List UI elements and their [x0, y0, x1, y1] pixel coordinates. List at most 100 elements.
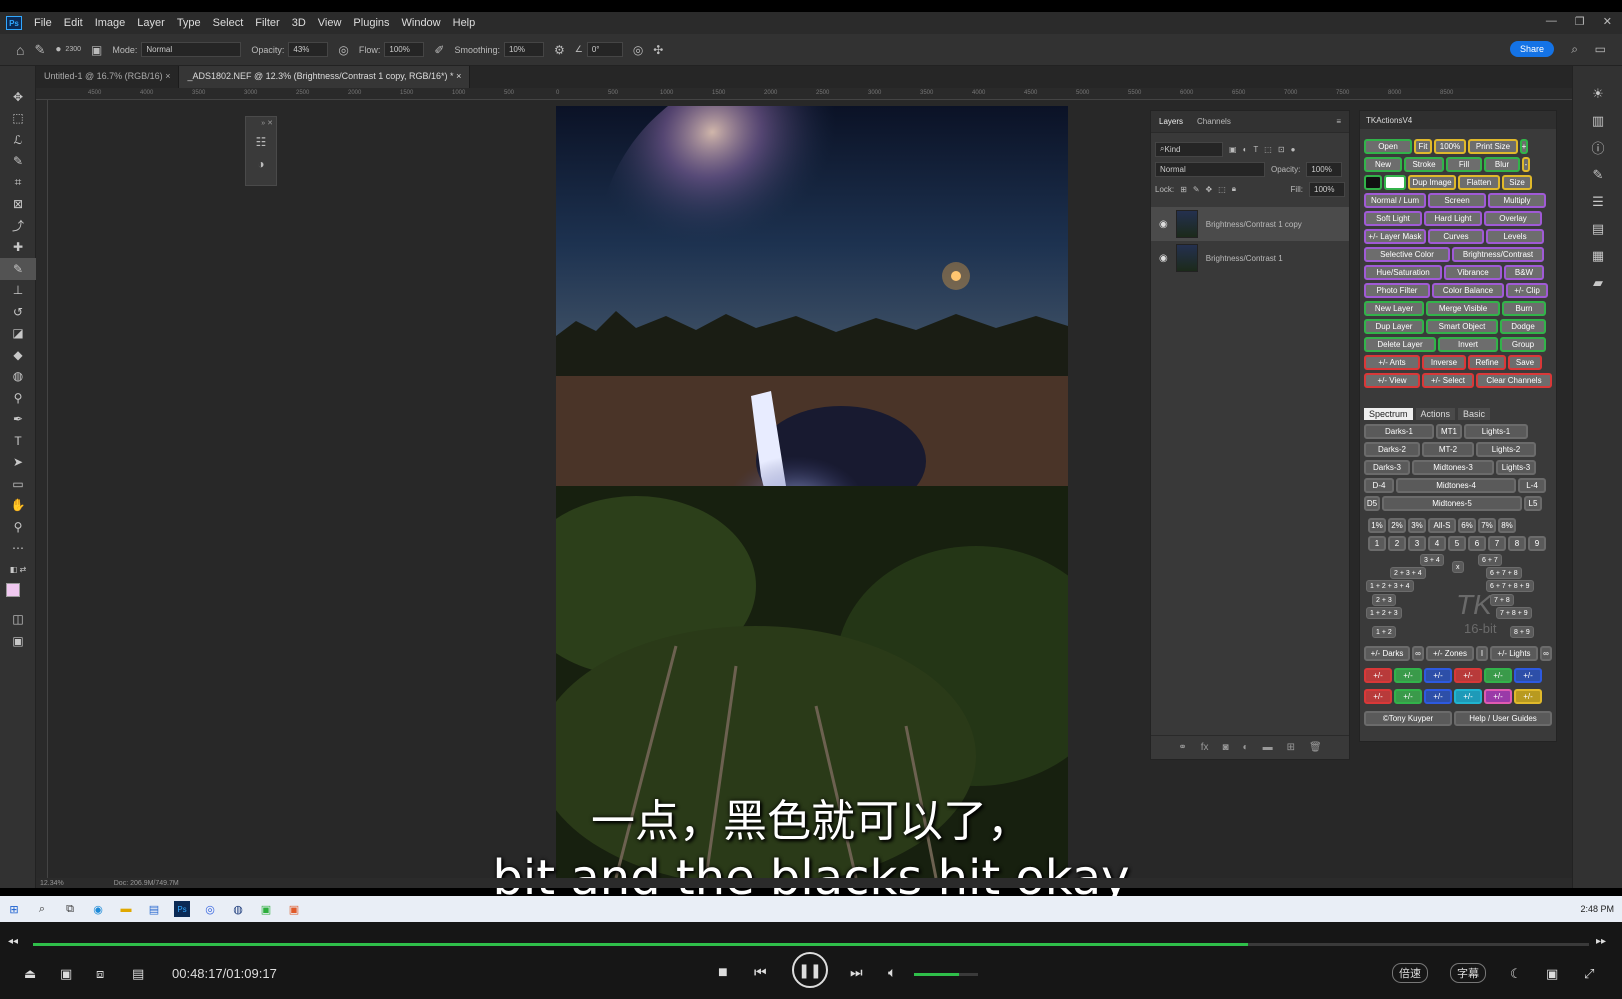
pause-button[interactable]: ❚❚ [792, 952, 828, 988]
layer-item[interactable]: ◉ Brightness/Contrast 1 [1151, 241, 1349, 275]
new-layer-icon[interactable]: ⊞ [1287, 742, 1295, 753]
speed-button[interactable]: 倍速 [1392, 963, 1428, 983]
tk-button[interactable]: Burn [1502, 301, 1546, 316]
toolbox-icon[interactable]: ▣ [1546, 966, 1558, 982]
airbrush-icon[interactable]: ✐ [434, 43, 444, 57]
tk-combo-button[interactable]: 7 + 8 + 9 [1496, 607, 1532, 619]
tk-number-button[interactable]: 8 [1508, 536, 1526, 551]
filter-kind-select[interactable]: ⌕ Kind [1155, 141, 1223, 157]
tab-actions[interactable]: Actions [1415, 408, 1456, 420]
tk-button[interactable]: Size [1502, 175, 1532, 190]
tk-percent-button[interactable]: All-S [1428, 518, 1456, 533]
menu-image[interactable]: Image [89, 17, 132, 29]
panel-menu-icon[interactable]: ≡ [1336, 117, 1341, 126]
tk-button[interactable]: Levels [1486, 229, 1544, 244]
tk-button[interactable]: Clear Channels [1476, 373, 1552, 388]
zoom-level[interactable]: 12.34% [40, 880, 64, 887]
tk-zone-button[interactable]: D5 [1364, 496, 1380, 511]
volume-slider[interactable] [914, 973, 978, 976]
pressure-size-icon[interactable]: ◎ [633, 43, 643, 57]
frame-tool-icon[interactable]: ⊠ [0, 194, 36, 216]
doc-size[interactable]: Doc: 206.9M/749.7M [114, 880, 179, 887]
quick-select-tool-icon[interactable]: ✎ [0, 151, 36, 173]
mini-panel-close-icon[interactable]: » ✕ [246, 117, 276, 129]
tk-plus-minus-button[interactable]: +/- [1484, 668, 1512, 683]
link-icon[interactable]: ⚭ [1178, 742, 1186, 753]
tk-zone-button[interactable]: D-4 [1364, 478, 1394, 493]
tk-mask-button[interactable]: I [1476, 646, 1488, 661]
pen-tool-icon[interactable]: ✒ [0, 409, 36, 431]
lock-paint-icon[interactable]: ✎ [1193, 185, 1200, 194]
stamp-tool-icon[interactable]: ⊥ [0, 280, 36, 302]
orange-app-icon[interactable]: ▣ [286, 901, 302, 917]
tk-button[interactable] [1364, 175, 1382, 190]
tk-plus-minus-button[interactable]: +/- [1364, 689, 1392, 704]
tk-plus-minus-button[interactable]: +/- [1364, 668, 1392, 683]
brush-icon[interactable]: ✎ [34, 42, 45, 58]
tk-button[interactable]: Inverse [1422, 355, 1466, 370]
tk-plus-minus-button[interactable]: +/- [1484, 689, 1512, 704]
fx-icon[interactable]: fx [1201, 742, 1209, 753]
eject-icon[interactable]: ⏏ [24, 966, 36, 982]
tk-button[interactable]: - [1522, 157, 1530, 172]
filter-toggle-icon[interactable]: ● [1291, 145, 1296, 154]
adjust-sliders-icon[interactable]: ☷ [246, 135, 276, 149]
brush-settings-icon[interactable]: ▣ [91, 43, 102, 57]
tk-combo-button[interactable]: 3 + 4 [1420, 554, 1444, 566]
foreground-color-swatch[interactable] [6, 582, 20, 597]
photoshop-taskbar-icon[interactable]: Ps [174, 901, 190, 917]
green-app-icon[interactable]: ▣ [258, 901, 274, 917]
tk-zone-button[interactable]: L-4 [1518, 478, 1546, 493]
tk-zone-button[interactable]: Darks-1 [1364, 424, 1434, 439]
tk-plus-minus-button[interactable]: +/- [1424, 689, 1452, 704]
crop-tool-icon[interactable]: ⌗ [0, 172, 36, 194]
menu-edit[interactable]: Edit [58, 17, 89, 29]
tk-button[interactable]: +/- Select [1422, 373, 1474, 388]
file-explorer-icon[interactable]: ▬ [118, 901, 134, 917]
danmaku-icon[interactable]: ▤ [132, 966, 144, 982]
histogram-icon[interactable]: ▥ [1573, 107, 1622, 134]
visibility-eye-icon[interactable]: ◉ [1159, 253, 1168, 264]
tk-button[interactable]: Invert [1438, 337, 1498, 352]
tk-percent-button[interactable]: 3% [1408, 518, 1426, 533]
adjustment-layer-icon[interactable]: ◐ [1243, 742, 1249, 753]
tk-percent-button[interactable]: 1% [1368, 518, 1386, 533]
tk-button[interactable]: B&W [1504, 265, 1544, 280]
tk-number-button[interactable]: 2 [1388, 536, 1406, 551]
tk-plus-minus-button[interactable]: +/- [1424, 668, 1452, 683]
tk-button[interactable]: +/- Clip [1506, 283, 1548, 298]
contrast-circle-icon[interactable]: ◑ [246, 157, 276, 171]
menu-view[interactable]: View [312, 17, 348, 29]
tk-button[interactable]: +/- View [1364, 373, 1420, 388]
step-back-icon[interactable]: ◂◂ [8, 936, 18, 947]
brush-tool-icon[interactable]: ✎ [0, 258, 36, 280]
tk-zone-button[interactable]: Lights-2 [1476, 442, 1536, 457]
menu-3d[interactable]: 3D [286, 17, 312, 29]
close-tab-icon[interactable]: × [165, 71, 170, 81]
quick-mask-icon[interactable]: ◫ [0, 609, 36, 631]
lamp-icon[interactable]: ☾ [1510, 966, 1522, 982]
progress-bar[interactable] [33, 943, 1589, 946]
tk-zone-button[interactable]: L5 [1524, 496, 1542, 511]
filter-pixel-icon[interactable]: ▣ [1229, 145, 1237, 154]
tk-combo-button[interactable]: 8 + 9 [1510, 626, 1534, 638]
adjustments-icon[interactable]: ☰ [1573, 188, 1622, 215]
tk-button[interactable]: Blur [1484, 157, 1520, 172]
tk-plus-minus-button[interactable]: +/- [1394, 689, 1422, 704]
tk-combo-button[interactable]: 2 + 3 [1372, 594, 1396, 606]
tk-mask-button[interactable]: +/- Darks [1364, 646, 1410, 661]
tk-plus-minus-button[interactable]: +/- [1514, 689, 1542, 704]
search-icon[interactable]: ⌕ [34, 901, 50, 917]
tk-percent-button[interactable]: 6% [1458, 518, 1476, 533]
brush-size-picker[interactable]: ● 2300 [55, 44, 81, 55]
tk-button[interactable]: Overlay [1484, 211, 1542, 226]
close-icon[interactable]: ✕ [1603, 15, 1612, 28]
add-mask-icon[interactable]: ◙ [1222, 742, 1228, 753]
tk-button[interactable]: Merge Visible [1426, 301, 1500, 316]
smoothing-input[interactable]: 10% [503, 42, 544, 57]
tk-button[interactable]: Photo Filter [1364, 283, 1430, 298]
brush-settings-panel-icon[interactable]: ✎ [1573, 161, 1622, 188]
tk-combo-button[interactable]: 1 + 2 + 3 [1366, 607, 1402, 619]
tab-basic[interactable]: Basic [1458, 408, 1491, 420]
symmetry-icon[interactable]: ✣ [653, 43, 663, 57]
